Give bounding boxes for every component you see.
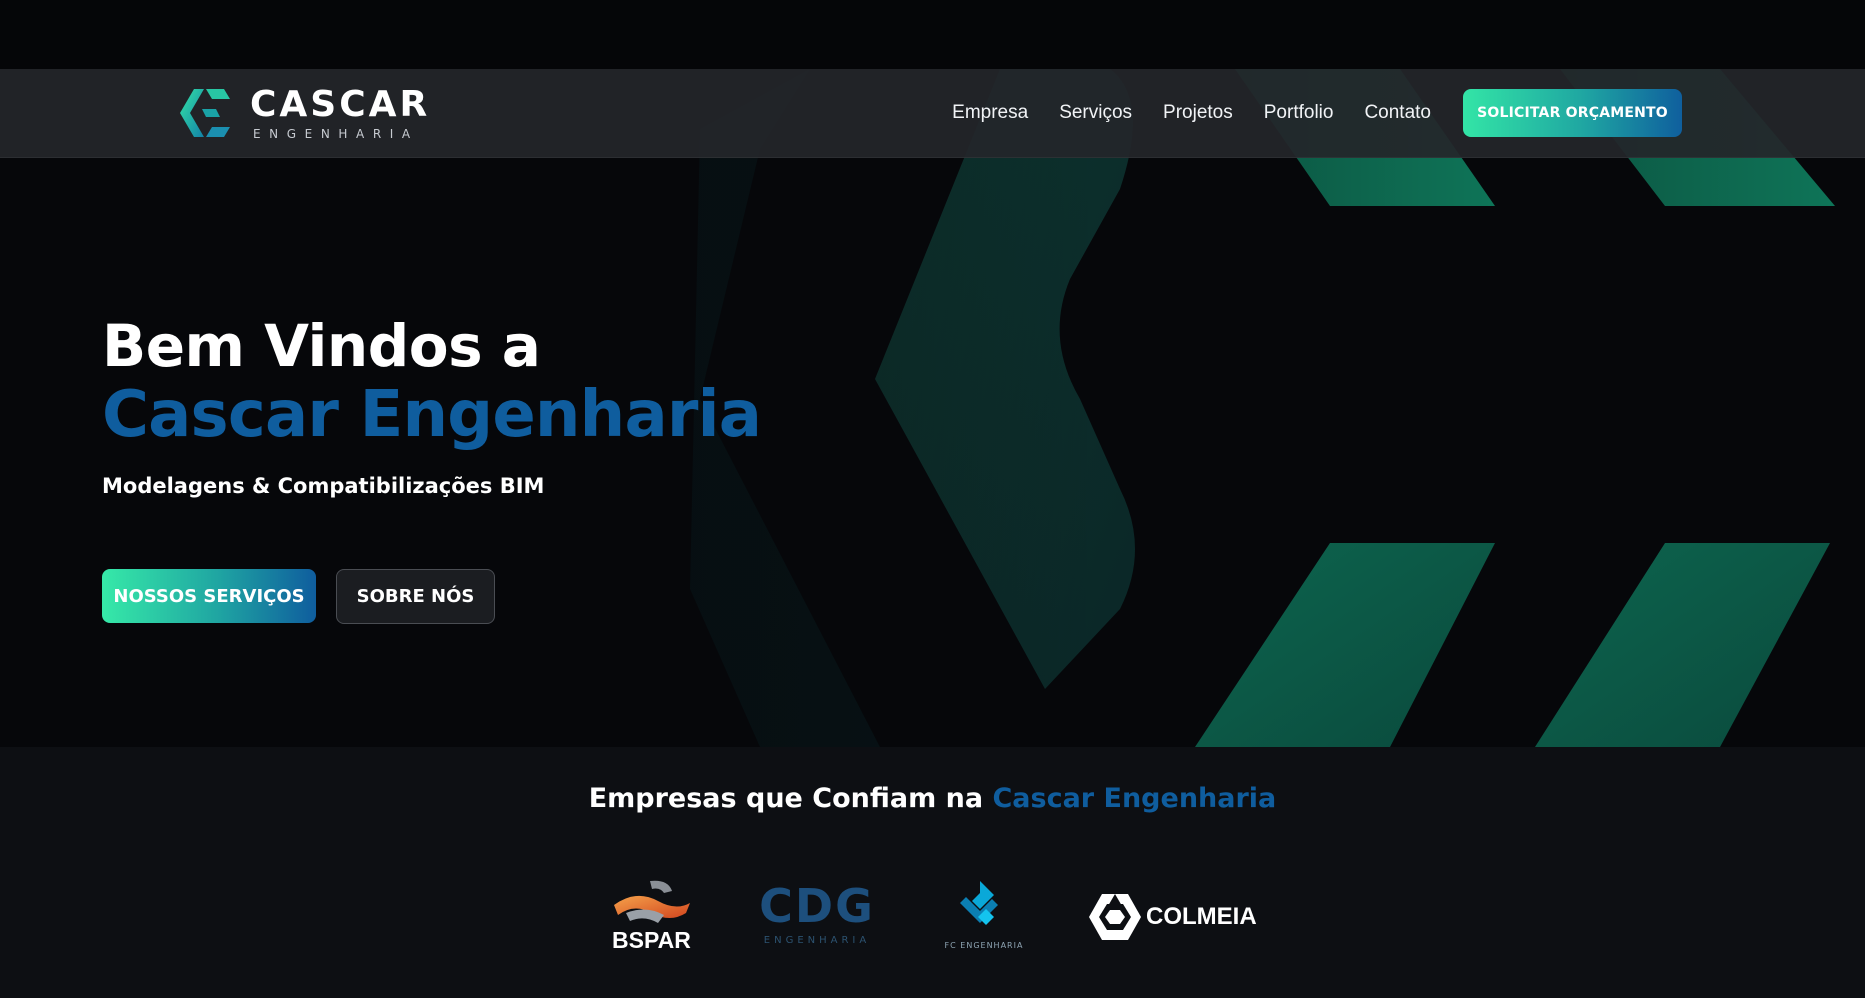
nav-link-portfolio[interactable]: Portfolio [1264,102,1334,124]
cdg-logo-text: CDG [759,879,875,933]
client-logo-fc-engenharia: FC ENGENHARIA [936,879,1032,957]
colmeia-logo-text: COLMEIA [1146,903,1257,930]
hero-subtitle: Modelagens & Compatibilizações BIM [102,474,545,498]
client-logo-colmeia: COLMEIA [1088,892,1257,942]
navbar: CASCAR ENGENHARIA Empresa Serviços Proje… [0,69,1865,158]
client-logo-bspar: BSPAR [606,879,694,955]
logo-wordmark: CASCAR [250,84,431,125]
request-quote-button[interactable]: SOLICITAR ORÇAMENTO [1463,89,1682,137]
clients-title-prefix: Empresas que Confiam na [588,783,984,814]
hero-title-line-2: Cascar Engenharia [102,378,762,452]
logo-tagline: ENGENHARIA [253,127,419,141]
top-strip [0,0,1865,69]
nav-link-empresa[interactable]: Empresa [952,102,1028,124]
fc-engenharia-logo-icon [960,881,998,925]
our-services-button[interactable]: NOSSOS SERVIÇOS [102,569,316,623]
hero-title-line-1: Bem Vindos a [102,312,541,380]
bspar-logo-icon [614,880,690,923]
clients-section: Empresas que Confiam na Cascar Engenhari… [0,747,1865,998]
fc-engenharia-logo-text: FC ENGENHARIA [944,941,1024,950]
about-us-button[interactable]: SOBRE NÓS [336,569,495,624]
cdg-logo-subtext: ENGENHARIA [763,935,871,946]
client-logo-cdg: CDG ENGENHARIA [755,879,879,953]
nav-link-servicos[interactable]: Serviços [1059,102,1132,124]
main-nav: Empresa Serviços Projetos Portfolio Cont… [952,69,1431,157]
clients-title-accent: Cascar Engenharia [992,783,1277,814]
colmeia-logo-icon [1089,894,1141,940]
brand-logo[interactable]: CASCAR ENGENHARIA [176,83,436,143]
nav-link-contato[interactable]: Contato [1364,102,1431,124]
clients-title: Empresas que Confiam na Cascar Engenhari… [0,783,1865,814]
nav-link-projetos[interactable]: Projetos [1163,102,1233,124]
cascar-logo-icon [180,89,230,137]
hero-section: Bem Vindos a Cascar Engenharia Modelagen… [0,69,1865,747]
bspar-logo-text: BSPAR [612,927,691,953]
